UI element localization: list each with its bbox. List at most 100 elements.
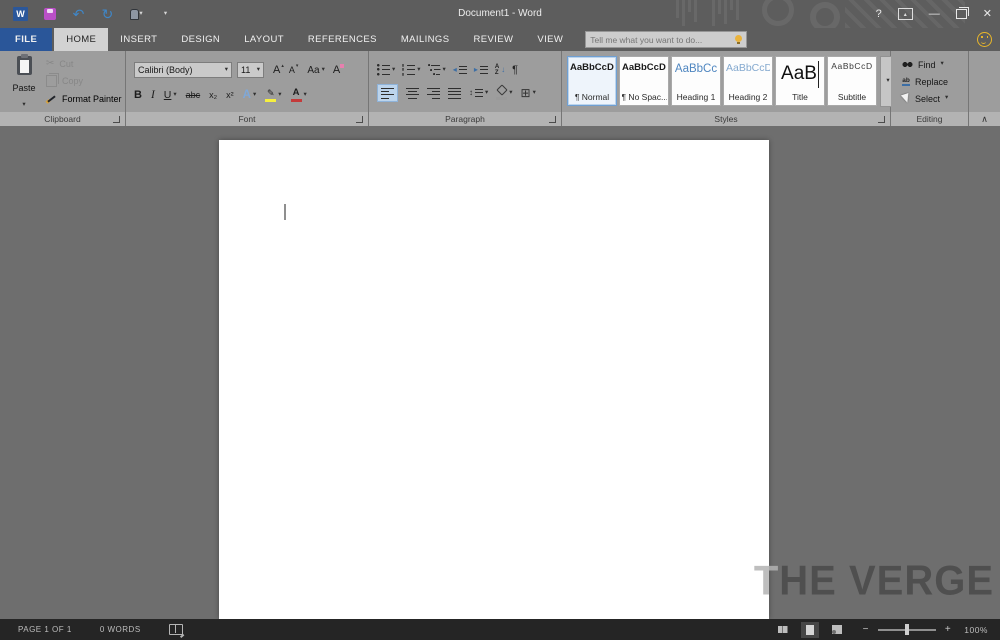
style-no-spacing[interactable]: AaBbCcDc ¶ No Spac... (619, 56, 669, 106)
style-subtitle[interactable]: AaBbCcD Subtitle (827, 56, 877, 106)
decrease-indent-button[interactable]: ◂ (453, 64, 467, 76)
shading-swatch (496, 97, 507, 100)
print-layout-button[interactable] (801, 622, 819, 638)
subscript-button[interactable]: x₂ (209, 90, 217, 100)
superscript-button[interactable]: x² (226, 90, 234, 100)
restore-button[interactable] (956, 9, 967, 19)
font-name-combo[interactable]: Calibri (Body) ▾ (134, 62, 232, 78)
select-button[interactable]: Select ▾ (902, 90, 948, 107)
cut-button[interactable]: ✂ Cut (46, 55, 122, 73)
tab-references[interactable]: REFERENCES (296, 28, 389, 51)
align-left-button[interactable] (377, 84, 398, 102)
shading-button[interactable]: ▾ (496, 86, 512, 100)
line-spacing-button[interactable]: ↕▾ (469, 87, 488, 99)
redo-button[interactable]: ↻ (93, 2, 122, 26)
multilevel-list-button[interactable]: ▾ (428, 64, 446, 76)
undo-button[interactable]: ↶ (64, 2, 93, 26)
style-heading-2[interactable]: AaBbCcD Heading 2 (723, 56, 773, 106)
show-formatting-marks-button[interactable]: ¶ (512, 65, 518, 76)
strikethrough-button[interactable]: abc (186, 90, 201, 100)
text-effects-button[interactable]: A▾ (243, 89, 257, 101)
justify-button[interactable] (448, 87, 461, 99)
align-center-button[interactable] (406, 87, 419, 99)
zoom-slider[interactable] (878, 629, 936, 631)
page-indicator[interactable]: PAGE 1 OF 1 (18, 625, 72, 634)
tell-me-box[interactable] (585, 31, 747, 48)
minimize-button[interactable]: — (929, 9, 940, 20)
indent-lines-icon (480, 64, 488, 76)
dialog-launcher-icon[interactable] (549, 116, 556, 123)
tab-home[interactable]: HOME (54, 28, 108, 51)
zoom-in-button[interactable]: + (945, 625, 951, 635)
word-logo-icon[interactable]: W (6, 2, 35, 26)
bullets-button[interactable]: ▾ (377, 64, 395, 76)
tab-review[interactable]: REVIEW (461, 28, 525, 51)
dialog-launcher-icon[interactable] (356, 116, 363, 123)
justify-icon (448, 87, 461, 99)
font-size-combo[interactable]: 11 ▾ (237, 62, 264, 78)
save-button[interactable] (35, 2, 64, 26)
numbering-button[interactable]: ▾ (402, 64, 420, 76)
find-button[interactable]: Find ▾ (902, 56, 948, 73)
grow-font-button[interactable]: A▴ (273, 64, 284, 76)
tab-insert[interactable]: INSERT (108, 28, 169, 51)
web-layout-button[interactable] (828, 622, 846, 638)
tab-layout[interactable]: LAYOUT (232, 28, 296, 51)
highlight-swatch (265, 99, 276, 102)
restore-icon (959, 7, 969, 16)
format-painter-icon (46, 93, 57, 104)
ribbon-display-options-button[interactable]: ▴ (898, 8, 913, 20)
scissors-icon: ✂ (46, 58, 54, 69)
indent-lines-icon (459, 64, 467, 76)
down-arrow-icon: ↓ (501, 66, 505, 74)
style-normal[interactable]: AaBbCcDc ¶ Normal (567, 56, 617, 106)
clear-formatting-button[interactable]: A (333, 64, 344, 76)
underline-button[interactable]: U▾ (164, 89, 177, 101)
group-editing: Find ▾ ab Replace Select ▾ Editing (891, 51, 969, 126)
tab-file[interactable]: FILE (0, 28, 52, 51)
change-case-button[interactable]: Aa▾ (307, 65, 325, 76)
help-button[interactable]: ? (876, 9, 882, 20)
replace-button[interactable]: ab Replace (902, 73, 948, 90)
zoom-slider-thumb[interactable] (905, 624, 909, 635)
dialog-launcher-icon[interactable] (878, 116, 885, 123)
shrink-font-button[interactable]: A▾ (289, 65, 299, 75)
up-arrow-icon: ▴ (904, 11, 907, 18)
document-page[interactable] (219, 140, 769, 619)
word-count[interactable]: 0 WORDS (100, 625, 141, 634)
increase-indent-button[interactable]: ▸ (474, 64, 488, 76)
touch-mode-button[interactable]: ▾ (122, 2, 151, 26)
tab-design[interactable]: DESIGN (169, 28, 232, 51)
copy-button[interactable]: Copy (46, 73, 122, 91)
style-heading-1[interactable]: AaBbCc Heading 1 (671, 56, 721, 106)
send-smile-button[interactable] (977, 32, 992, 47)
zoom-out-button[interactable]: − (863, 625, 869, 635)
read-mode-button[interactable] (774, 622, 792, 638)
close-button[interactable]: ✕ (983, 9, 992, 20)
borders-button[interactable]: ⊞▾ (521, 87, 536, 99)
dropdown-arrow-icon: ▾ (257, 67, 260, 74)
tab-view[interactable]: VIEW (525, 28, 575, 51)
dropdown-arrow-icon: ▾ (164, 11, 167, 18)
dropdown-arrow-icon: ▾ (22, 102, 25, 109)
highlight-color-button[interactable]: ✎▾ (265, 89, 281, 102)
format-painter-button[interactable]: Format Painter (46, 90, 122, 108)
dialog-launcher-icon[interactable] (113, 116, 120, 123)
tab-mailings[interactable]: MAILINGS (389, 28, 462, 51)
align-right-button[interactable] (427, 87, 440, 99)
style-title[interactable]: AaB Title (775, 56, 825, 106)
italic-button[interactable]: I (151, 89, 155, 101)
bold-button[interactable]: B (134, 89, 142, 101)
collapse-ribbon-button[interactable]: ∧ (981, 114, 988, 125)
group-label: Editing (917, 114, 943, 124)
paste-button[interactable]: Paste ▾ (6, 56, 42, 108)
eraser-icon (340, 64, 344, 68)
tell-me-input[interactable] (586, 35, 730, 45)
customize-qat-button[interactable]: ▾ (151, 2, 180, 26)
group-clipboard: Paste ▾ ✂ Cut Copy Format Painter Clipbo… (0, 51, 126, 126)
dropdown-arrow-icon: ▾ (225, 67, 228, 74)
sort-button[interactable]: AZ↓ (495, 64, 505, 76)
font-color-button[interactable]: A▾ (291, 88, 307, 102)
zoom-level[interactable]: 100% (964, 625, 988, 635)
proofing-status-icon[interactable] (169, 624, 183, 635)
